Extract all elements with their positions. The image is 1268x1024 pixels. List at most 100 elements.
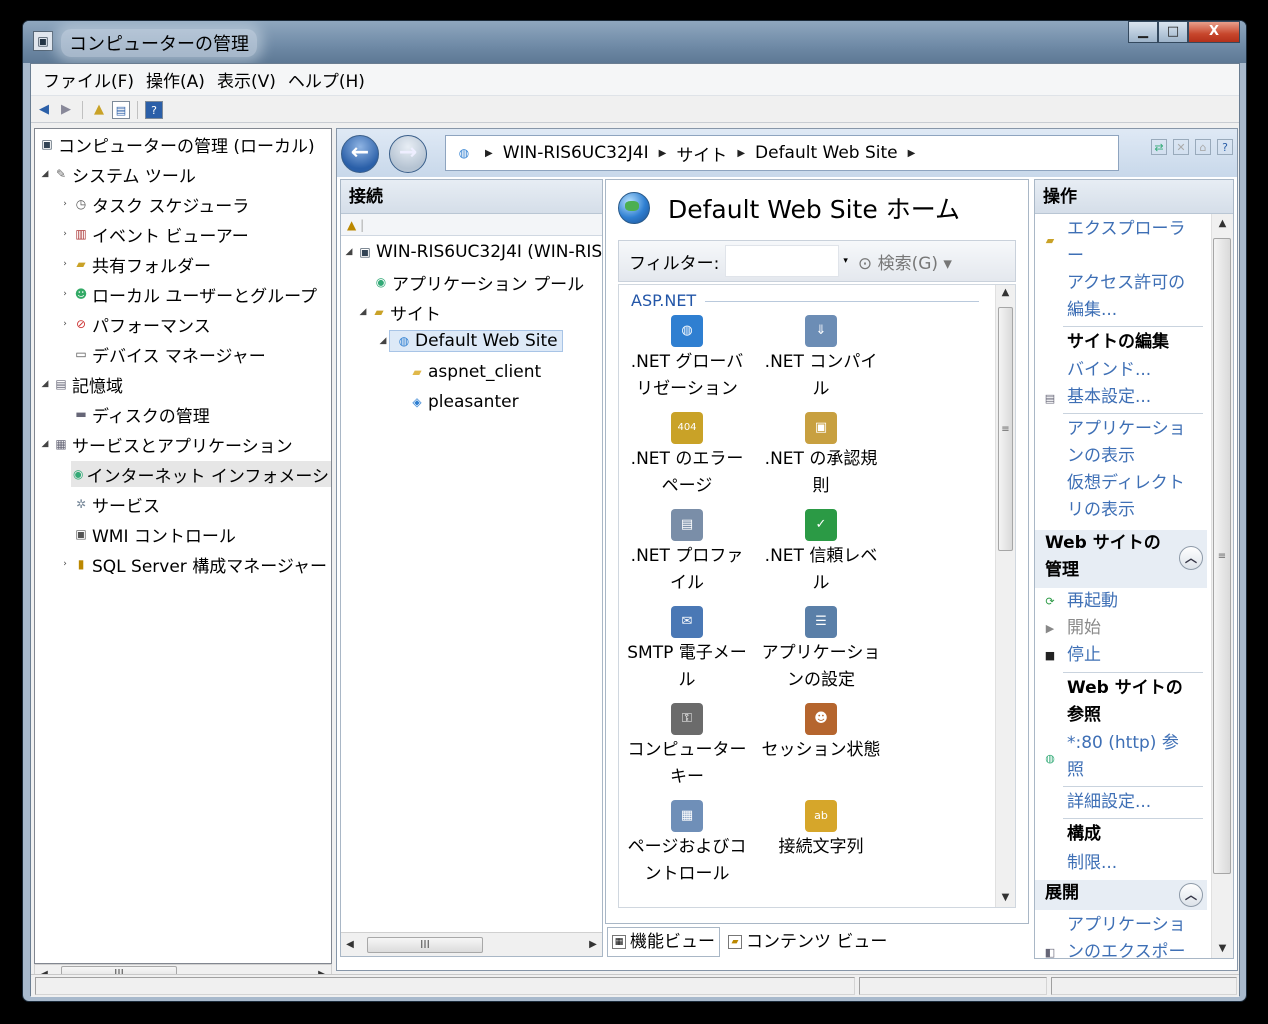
tree-item-disk-management[interactable]: ▬ ディスクの管理 <box>71 401 209 427</box>
collapsed-triangle-icon[interactable]: › <box>59 229 71 239</box>
collapsed-triangle-icon[interactable]: › <box>59 259 71 269</box>
title-bar[interactable]: ▣ コンピューターの管理 ▁ □ X <box>23 21 1246 63</box>
scroll-thumb[interactable]: ≡ <box>1213 238 1231 874</box>
collapsed-triangle-icon[interactable]: › <box>59 559 71 569</box>
feature-error-pages[interactable]: 404 .NET のエラー ページ <box>619 412 755 500</box>
up-folder-icon[interactable]: ▲ <box>90 101 108 119</box>
expanded-triangle-icon[interactable]: ◢ <box>357 307 369 317</box>
breadcrumb-sites[interactable]: サイト <box>676 141 727 166</box>
close-button[interactable]: X <box>1188 21 1240 43</box>
collapse-icon[interactable]: ︿ <box>1179 883 1203 907</box>
feature-pages-controls[interactable]: ▦ ページおよびコ ントロール <box>619 800 755 888</box>
feature-profile[interactable]: ▤ .NET プロファ イル <box>619 509 755 597</box>
action-advanced-settings[interactable]: 詳細設定... <box>1035 789 1207 816</box>
tree-item-event-viewer[interactable]: › ▥ イベント ビューアー <box>59 221 249 247</box>
breadcrumb-separator[interactable]: ▶ <box>485 148 493 159</box>
breadcrumb-server[interactable]: WIN-RIS6UC32J4I <box>503 143 649 163</box>
tab-features-view[interactable]: ▦ 機能ビュー <box>607 927 720 957</box>
maximize-button[interactable]: □ <box>1158 21 1188 43</box>
actions-vscrollbar[interactable]: ▲ ≡ ▼ <box>1211 214 1233 958</box>
feature-app-settings[interactable]: ☰ アプリケーショ ンの設定 <box>753 606 889 694</box>
action-browse-http[interactable]: *:80 (http) 参 <box>1035 730 1207 757</box>
action-view-applications[interactable]: アプリケーショ <box>1035 416 1207 443</box>
tree-item-storage[interactable]: ◢ ▤ 記憶域 <box>39 371 123 397</box>
scroll-up-icon[interactable]: ▲ <box>1212 218 1233 229</box>
tree-item-wmi[interactable]: ▣ WMI コントロール <box>71 521 236 547</box>
scroll-thumb[interactable]: III <box>367 936 483 953</box>
feature-globalization[interactable]: ◍ .NET グローバ リゼーション <box>619 315 755 403</box>
conn-item-default-site[interactable]: ◢ ◍ Default Web Site <box>377 328 563 354</box>
tab-content-view[interactable]: ▰ コンテンツ ビュー <box>724 927 891 957</box>
tree-item-system-tools[interactable]: ◢ ✎ システム ツール <box>39 161 196 187</box>
action-stop[interactable]: 停止 <box>1035 642 1207 669</box>
tree-item-sql-config[interactable]: › ▮ SQL Server 構成マネージャー <box>59 551 327 577</box>
tree-item-shared-folders[interactable]: › ▰ 共有フォルダー <box>59 251 211 277</box>
breadcrumb[interactable]: ◍ ▶ WIN-RIS6UC32J4I ▶ サイト ▶ Default Web … <box>445 135 1119 171</box>
go-icon[interactable]: ⇄ <box>1151 139 1167 155</box>
tree-item-iis[interactable]: ◉ インターネット インフォメーション <box>71 461 331 487</box>
feature-authorization[interactable]: ▣ .NET の承認規 則 <box>753 412 889 500</box>
action-explore[interactable]: エクスプローラ <box>1035 216 1207 243</box>
expanded-triangle-icon[interactable]: ◢ <box>39 439 51 449</box>
scroll-left-icon[interactable]: ◀ <box>341 939 359 950</box>
filter-input[interactable] <box>725 245 840 277</box>
action-restart[interactable]: 再起動 <box>1035 588 1207 615</box>
menu-view[interactable]: 表示(V) <box>211 67 282 92</box>
stop-icon[interactable]: ✕ <box>1173 139 1189 155</box>
conn-item-server[interactable]: ◢ ▣ WIN-RIS6UC32J4I (WIN-RIS6UC32J4I <box>343 239 602 265</box>
feature-connection-strings[interactable]: ab 接続文字列 <box>753 800 889 861</box>
menu-action[interactable]: 操作(A) <box>140 67 211 92</box>
scroll-up-icon[interactable]: ▲ <box>996 287 1015 298</box>
section-manage-website[interactable]: Web サイトの 管理 ︿ <box>1035 530 1207 588</box>
expanded-triangle-icon[interactable]: ◢ <box>39 379 51 389</box>
features-vscrollbar[interactable]: ▲ ≡ ▼ <box>995 285 1015 907</box>
breadcrumb-separator[interactable]: ▶ <box>737 148 745 159</box>
conn-item-aspnet-client[interactable]: ▰ aspnet_client <box>407 359 541 385</box>
scroll-right-icon[interactable]: ▶ <box>584 939 602 950</box>
scroll-down-icon[interactable]: ▼ <box>1212 943 1233 954</box>
action-bindings[interactable]: バインド... <box>1035 357 1207 384</box>
collapsed-triangle-icon[interactable]: › <box>59 289 71 299</box>
tree-item-local-users[interactable]: › ☻ ローカル ユーザーとグループ <box>59 281 317 307</box>
feature-session-state[interactable]: ☻ セッション状態 <box>753 703 889 764</box>
breadcrumb-separator[interactable]: ▶ <box>908 148 916 159</box>
action-export-app[interactable]: アプリケーショ <box>1035 912 1207 939</box>
menu-file[interactable]: ファイル(F) <box>37 67 140 92</box>
forward-button[interactable]: → <box>389 135 427 173</box>
feature-compilation[interactable]: ⇓ .NET コンパイ ル <box>753 315 889 403</box>
feature-machine-key[interactable]: ⚿ コンピューター キー <box>619 703 755 791</box>
action-view-applications-cont[interactable]: ンの表示 <box>1035 443 1207 470</box>
tree-item-task-scheduler[interactable]: › ◷ タスク スケジューラ <box>59 191 249 217</box>
scroll-thumb[interactable]: ≡ <box>998 307 1013 551</box>
selected-site[interactable]: ◍ Default Web Site <box>389 330 563 352</box>
action-browse-http-cont[interactable]: 照 <box>1035 757 1207 784</box>
collapsed-triangle-icon[interactable]: › <box>59 319 71 329</box>
help-icon[interactable]: ? <box>145 100 163 119</box>
tree-item-services-apps[interactable]: ◢ ▦ サービスとアプリケーション <box>39 431 293 457</box>
conn-item-sites[interactable]: ◢ ▰ サイト <box>357 299 441 325</box>
action-view-vdirs-cont[interactable]: リの表示 <box>1035 497 1207 524</box>
search-button[interactable]: ⊙ 検索(G) ▾ <box>858 249 952 274</box>
breadcrumb-separator[interactable]: ▶ <box>659 148 667 159</box>
connect-icon[interactable]: ▲ <box>347 218 356 232</box>
action-edit-permissions[interactable]: アクセス許可の <box>1035 270 1207 297</box>
action-view-vdirs[interactable]: 仮想ディレクト <box>1035 470 1207 497</box>
help-icon[interactable]: ? <box>1217 139 1233 155</box>
menu-help[interactable]: ヘルプ(H) <box>282 67 371 92</box>
minimize-button[interactable]: ▁ <box>1128 21 1158 43</box>
show-hide-tree-icon[interactable]: ▤ <box>112 100 130 119</box>
action-explore-cont[interactable]: ー <box>1035 243 1207 270</box>
back-arrow-icon[interactable]: ◀ <box>35 101 53 119</box>
breadcrumb-site[interactable]: Default Web Site <box>755 143 898 163</box>
filter-dropdown-icon[interactable]: ▾ <box>843 256 848 266</box>
section-deploy[interactable]: 展開 ︿ <box>1035 880 1207 910</box>
action-export-app-cont[interactable]: ンのエクスポー <box>1035 939 1207 958</box>
collapse-icon[interactable]: ︿ <box>1179 546 1203 570</box>
tree-item-device-manager[interactable]: ▭ デバイス マネージャー <box>71 341 265 367</box>
action-basic-settings[interactable]: 基本設定... <box>1035 384 1207 411</box>
feature-smtp[interactable]: ✉ SMTP 電子メー ル <box>619 606 755 694</box>
collapsed-triangle-icon[interactable]: › <box>59 199 71 209</box>
scroll-down-icon[interactable]: ▼ <box>996 892 1015 903</box>
expanded-triangle-icon[interactable]: ◢ <box>343 247 355 257</box>
expanded-triangle-icon[interactable]: ◢ <box>39 169 51 179</box>
